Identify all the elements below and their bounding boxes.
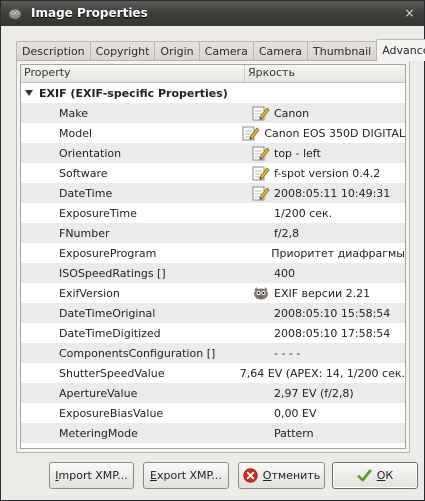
table-row[interactable]: DateTimeDigitized 2008:05:10 17:58:54 (21, 323, 405, 343)
export-xmp-button[interactable]: Export XMP... (143, 462, 229, 489)
edit-icon[interactable] (242, 125, 260, 141)
table-row[interactable]: DateTime 2008:05:11 10:49:31 (21, 183, 405, 203)
property-value: Приоритет диафрагмы (271, 246, 405, 260)
property-name: MeteringMode (59, 426, 138, 440)
property-value: - - - - (274, 346, 301, 360)
property-value: 2008:05:10 15:58:54 (274, 306, 391, 320)
table-row[interactable]: ApertureValue 2,97 EV (f/2,8) (21, 383, 405, 403)
table-row[interactable]: ISOSpeedRatings [] 400 (21, 263, 405, 283)
advanced-panel: Property Яркость EXIF (EXIF-specific Pro… (16, 60, 410, 453)
column-header-value[interactable]: Яркость (245, 65, 405, 82)
tree-group-exif[interactable]: EXIF (EXIF-specific Properties) (21, 83, 405, 103)
property-value: Pattern (274, 426, 314, 440)
property-value: 400 (274, 266, 295, 280)
tab-copyright[interactable]: Copyright (89, 41, 156, 61)
property-name: ComponentsConfiguration [] (59, 346, 216, 360)
table-row[interactable]: MeteringMode Pattern (21, 423, 405, 443)
property-value: Canon EOS 350D DIGITAL (264, 126, 405, 140)
import-xmp-button[interactable]: Import XMP... (49, 462, 134, 489)
tree-header: Property Яркость (21, 65, 405, 83)
tab-thumbnail[interactable]: Thumbnail (307, 41, 378, 61)
property-value: 2008:05:11 10:49:31 (274, 186, 391, 200)
properties-tree: Property Яркость EXIF (EXIF-specific Pro… (20, 64, 406, 449)
column-header-property[interactable]: Property (21, 65, 245, 82)
table-row[interactable]: ExifVersion EXIF версии 2.21 (21, 283, 405, 303)
table-row[interactable]: ExposureTime 1/200 сек. (21, 203, 405, 223)
gimp-icon (252, 286, 270, 300)
table-row[interactable]: Orientation top - left (21, 143, 405, 163)
tab-bar: Description Copyright Origin Camera 1 Ca… (16, 39, 425, 77)
tab-camera-1[interactable]: Camera 1 (198, 41, 254, 77)
property-name: ShutterSpeedValue (59, 366, 165, 380)
expander-arrow-icon[interactable] (25, 90, 33, 96)
table-row[interactable]: ShutterSpeedValue 7,64 EV (APEX: 14, 1/20… (21, 363, 405, 383)
titlebar[interactable]: Image Properties × (1, 1, 424, 26)
property-name: ISOSpeedRatings [] (59, 266, 166, 280)
property-name: DateTimeDigitized (59, 326, 161, 340)
tab-origin[interactable]: Origin (154, 41, 200, 61)
tree-rows: Make Canon Model Canon EOS 350D DIGITAL Orie… (21, 103, 405, 443)
property-name: Make (59, 106, 88, 120)
property-name: Orientation (59, 146, 122, 160)
table-row[interactable]: ExposureProgram Приоритет диафрагмы (21, 243, 405, 263)
property-name: DateTime (59, 186, 113, 200)
property-name: ExposureTime (59, 206, 137, 220)
image-properties-dialog: Image Properties × Description Copyright… (0, 0, 425, 501)
edit-icon[interactable] (252, 105, 270, 121)
cancel-icon (243, 468, 258, 483)
table-row[interactable]: ComponentsConfiguration [] - - - - (21, 343, 405, 363)
property-value: top - left (274, 146, 321, 160)
property-value: EXIF версии 2.21 (274, 286, 371, 300)
property-value: 1/200 сек. (274, 206, 333, 220)
table-row[interactable]: DateTimeOriginal 2008:05:10 15:58:54 (21, 303, 405, 323)
group-label: EXIF (EXIF-specific Properties) (39, 86, 228, 100)
tab-advanced[interactable]: Advanced (376, 39, 425, 61)
ok-button[interactable]: ОК (332, 462, 418, 489)
property-name: ExifVersion (59, 286, 120, 300)
property-name: FNumber (59, 226, 110, 240)
property-name: Software (59, 166, 108, 180)
button-bar: Import XMP... Export XMP... Отменить ОК (1, 462, 425, 492)
property-name: ExposureProgram (59, 246, 157, 260)
property-value: 2008:05:10 17:58:54 (274, 326, 391, 340)
table-row[interactable]: ExposureBiasValue 0,00 EV (21, 403, 405, 423)
property-value: Canon (274, 106, 310, 120)
property-name: ApertureValue (59, 386, 138, 400)
table-row[interactable]: Model Canon EOS 350D DIGITAL (21, 123, 405, 143)
property-value: 7,64 EV (APEX: 14, 1/200 сек. (239, 366, 405, 380)
gimp-icon (9, 9, 21, 19)
tab-description[interactable]: Description (16, 41, 91, 61)
table-row[interactable]: Software f-spot version 0.4.2 (21, 163, 405, 183)
property-value: f-spot version 0.4.2 (274, 166, 381, 180)
property-name: Model (59, 126, 93, 140)
edit-icon[interactable] (252, 145, 270, 161)
cancel-button[interactable]: Отменить (238, 462, 325, 489)
edit-icon[interactable] (252, 165, 270, 181)
property-value: f/2,8 (274, 226, 300, 240)
table-row[interactable]: Make Canon (21, 103, 405, 123)
window-title: Image Properties (31, 6, 148, 20)
property-value: 0,00 EV (274, 406, 317, 420)
close-icon[interactable]: × (401, 5, 418, 22)
property-name: DateTimeOriginal (59, 306, 156, 320)
table-row[interactable]: FNumber f/2,8 (21, 223, 405, 243)
property-name: ExposureBiasValue (59, 406, 164, 420)
property-value: 2,97 EV (f/2,8) (274, 386, 354, 400)
checkmark-icon (357, 469, 372, 482)
tab-camera-2[interactable]: Camera 2 (252, 41, 308, 77)
edit-icon[interactable] (252, 185, 270, 201)
